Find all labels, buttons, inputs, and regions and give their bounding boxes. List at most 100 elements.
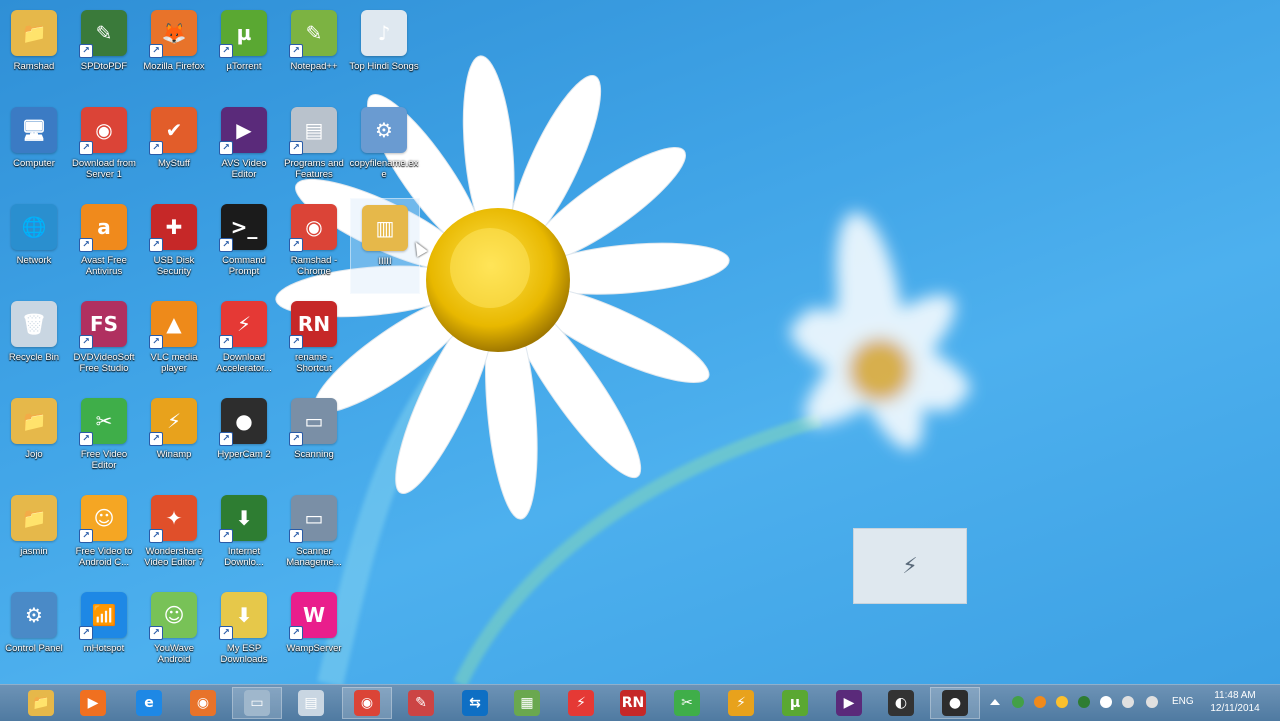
desktop-icon[interactable]: ⬇ ↗ My ESP Downloads [210,586,278,680]
computer-icon: 🖥 [11,107,57,153]
taskbar-button[interactable]: ⚡ [556,687,606,719]
taskbar-button[interactable]: ◐ [876,687,926,719]
desktop-icon[interactable]: RN ↗ rename - Shortcut [280,295,348,389]
icon-glyph: ✚ [165,215,183,239]
desktop-icon-label: µTorrent [226,61,262,72]
desktop-icon-label: Download Accelerator... [216,352,272,374]
taskbar-button[interactable]: ● [930,687,980,719]
avast-icon: a ↗ [79,204,127,252]
desktop-icon[interactable]: ▭ ↗ Scanning [280,392,348,486]
icon-glyph: ☺ [93,506,115,530]
document-icon: ▤ [298,690,324,716]
taskbar-button[interactable]: ✎ [396,687,446,719]
wampserver-icon: W ↗ [289,592,337,640]
volume-tray-icon[interactable] [1146,696,1158,708]
desktop-icon[interactable]: >_ ↗ Command Prompt [210,198,278,292]
desktop-icon-label: YouWave Android [154,643,194,665]
desktop-icon[interactable]: ✔ ↗ MyStuff [140,101,208,195]
icon-glyph: ✦ [165,506,183,530]
desktop-icon[interactable]: ✂ ↗ Free Video Editor [70,392,138,486]
desktop-icon[interactable]: ⚙ copyfilename.exe [350,101,418,195]
rename-icon: RN ↗ [289,301,337,349]
recycle-bin-icon: 🗑 [11,301,57,347]
desktop-icon[interactable]: 🦊 ↗ Mozilla Firefox [140,4,208,98]
taskbar-button[interactable]: ✂ [662,687,712,719]
desktop-icon[interactable]: ✎ ↗ SPDtoPDF [70,4,138,98]
desktop-icon[interactable]: 🖥 Computer [0,101,68,195]
battery-tray-icon[interactable] [1122,696,1134,708]
shortcut-arrow-icon: ↗ [289,626,303,640]
desktop-icon[interactable]: 🌐 Network [0,198,68,292]
desktop-icon[interactable]: 📁 jasmin [0,489,68,583]
desktop-icon[interactable]: ☺ ↗ YouWave Android [140,586,208,680]
rename-icon: RN [620,690,646,716]
show-hidden-icons-icon[interactable] [990,699,1000,705]
taskbar-button[interactable]: ⇆ [450,687,500,719]
icon-glyph: FS [89,312,119,336]
desktop-icon[interactable]: ◉ ↗ Ramshad - Chrome [280,198,348,292]
desktop-icon[interactable]: ⚙ Control Panel [0,586,68,680]
desktop-icon[interactable]: ✚ ↗ USB Disk Security [140,198,208,292]
taskbar-button[interactable]: ▶ [824,687,874,719]
chrome-icon: ◉ ↗ [79,107,127,155]
desktop-icon[interactable]: 🗑 Recycle Bin [0,295,68,389]
idm-icon: ⬇ ↗ [219,495,267,543]
taskbar-button[interactable]: ▶ [68,687,118,719]
shield-tray-icon[interactable] [1056,696,1068,708]
desktop-icon[interactable]: ♪ Top Hindi Songs [349,4,419,98]
desktop-icon[interactable]: ✦ ↗ Wondershare Video Editor 7 [140,489,208,583]
avast-tray-icon[interactable] [1034,696,1046,708]
desktop-icon[interactable]: W ↗ WampServer [280,586,348,680]
icon-glyph: a [97,215,111,239]
icon-glyph: ▤ [304,118,324,142]
taskbar-button[interactable]: ◉ [342,687,392,719]
desktop-icon[interactable]: ▥ IIIII [350,198,420,294]
scanner-icon: ▭ ↗ [289,398,337,446]
desktop-icon[interactable]: ▤ ↗ Programs and Features [280,101,348,195]
shortcut-arrow-icon: ↗ [79,626,93,640]
desktop-icon[interactable]: a ↗ Avast Free Antivirus [70,198,138,292]
network-icon: 🌐 [11,204,57,250]
shortcut-arrow-icon: ↗ [289,529,303,543]
idm-tray-icon[interactable] [1078,696,1090,708]
icon-glyph: 📁 [21,409,47,433]
taskbar-button[interactable]: 📁 [16,687,66,719]
desktop-icon[interactable]: ⬇ ↗ Internet Downlo... [210,489,278,583]
desktop-icon[interactable]: 📶 ↗ mHotspot [70,586,138,680]
desktop-icon[interactable]: µ ↗ µTorrent [210,4,278,98]
taskbar-button[interactable]: ▤ [286,687,336,719]
desktop-icon[interactable]: ⚡ ↗ Download Accelerator... [210,295,278,389]
notepadpp-icon: ✎ ↗ [289,10,337,58]
taskbar-button[interactable]: µ [770,687,820,719]
firefox-icon: 🦊 ↗ [149,10,197,58]
desktop-icon[interactable]: ● ↗ HyperCam 2 [210,392,278,486]
taskbar-button[interactable]: ⚡ [716,687,766,719]
desktop-icon[interactable]: 📁 Ramshad [0,4,68,98]
flag-tray-icon[interactable] [1100,696,1112,708]
desktop-icon[interactable]: ▶ ↗ AVS Video Editor [210,101,278,195]
taskbar-button[interactable]: ▭ [232,687,282,719]
scissors-icon: ✂ ↗ [79,398,127,446]
desktop-icon[interactable]: ⚡ ↗ Winamp [140,392,208,486]
desktop-icon[interactable]: ✎ ↗ Notepad++ [280,4,348,98]
desktop-icon[interactable]: FS ↗ DVDVideoSoft Free Studio [70,295,138,389]
system-clock[interactable]: 11:48 AM 12/11/2014 [1200,689,1270,715]
taskbar-button[interactable]: RN [608,687,658,719]
network-tray-icon[interactable] [1012,696,1024,708]
input-language-indicator[interactable]: ENG [1172,696,1194,707]
desktop-icon[interactable]: ◉ ↗ Download from Server 1 [70,101,138,195]
taskbar-button[interactable]: ▦ [502,687,552,719]
paint-icon: ✎ [408,690,434,716]
desktop-icon[interactable]: 📁 Jojo [0,392,68,486]
desktop-icon[interactable]: ▭ ↗ Scanner Manageme... [280,489,348,583]
desktop-icon-label: SPDtoPDF [80,61,128,72]
shortcut-arrow-icon: ↗ [289,44,303,58]
icon-glyph: ● [235,409,253,433]
taskbar-button[interactable]: ◉ [178,687,228,719]
desktop-icon[interactable]: ☺ ↗ Free Video to Android C... [70,489,138,583]
desktop-icon[interactable]: ▲ ↗ VLC media player [140,295,208,389]
shortcut-arrow-icon: ↗ [79,44,93,58]
shortcut-arrow-icon: ↗ [79,141,93,155]
taskbar-button[interactable]: e [124,687,174,719]
desktop-icon-label: Ramshad - Chrome [290,255,338,277]
